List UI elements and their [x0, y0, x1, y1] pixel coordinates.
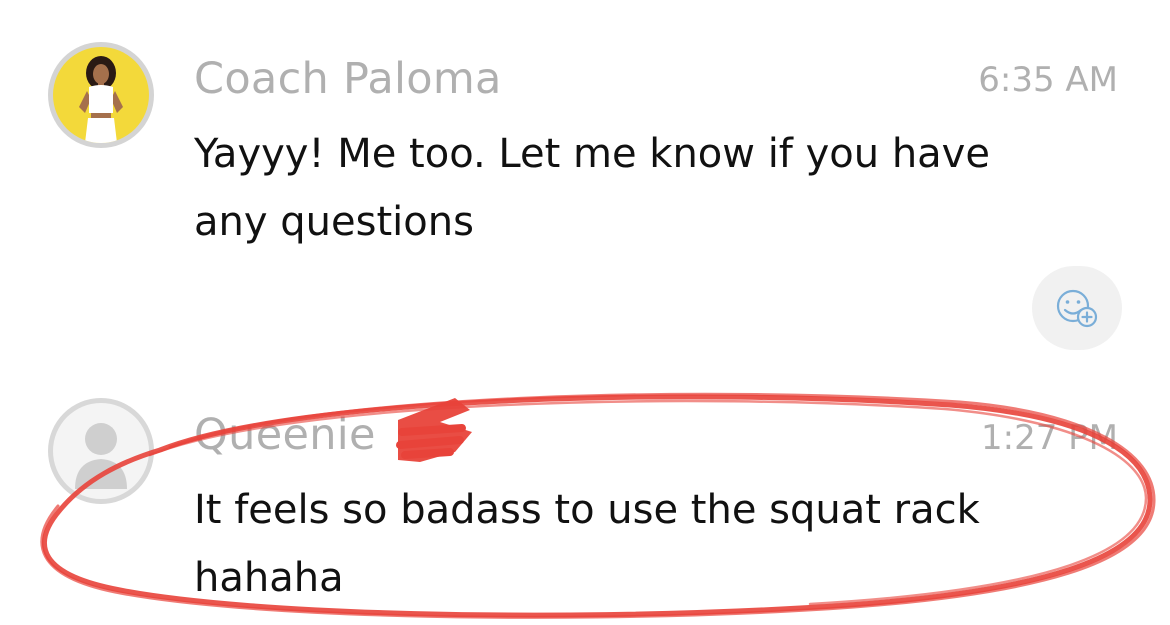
- message-queenie[interactable]: Queenie 1:27 PM It feels so badass to us…: [0, 380, 1170, 625]
- chat-screen: Coach Paloma 6:35 AM Yayyy! Me too. Let …: [0, 0, 1170, 625]
- profile-photo-icon: [53, 47, 149, 143]
- sender-name: Queenie: [194, 410, 376, 460]
- sender-name: Coach Paloma: [194, 54, 502, 104]
- add-reaction-emoji-icon: [1056, 289, 1098, 328]
- message-text-line: It feels so badass to use the squat rack: [194, 487, 980, 533]
- avatar-queenie[interactable]: [48, 398, 154, 504]
- default-user-silhouette-icon: [53, 403, 149, 499]
- add-reaction-button[interactable]: [1032, 266, 1122, 350]
- message-timestamp: 6:35 AM: [978, 60, 1118, 100]
- message-text-line: Yayyy! Me too. Let me know if you have: [194, 131, 990, 177]
- message-text: It feels so badass to use the squat rack…: [194, 476, 1094, 612]
- message-coach-paloma[interactable]: Coach Paloma 6:35 AM Yayyy! Me too. Let …: [0, 0, 1170, 380]
- message-timestamp: 1:27 PM: [981, 418, 1118, 458]
- message-text-line: any questions: [194, 199, 474, 245]
- message-text-line: hahaha: [194, 555, 344, 601]
- message-text: Yayyy! Me too. Let me know if you have a…: [194, 120, 1094, 256]
- avatar-coach-paloma[interactable]: [48, 42, 154, 148]
